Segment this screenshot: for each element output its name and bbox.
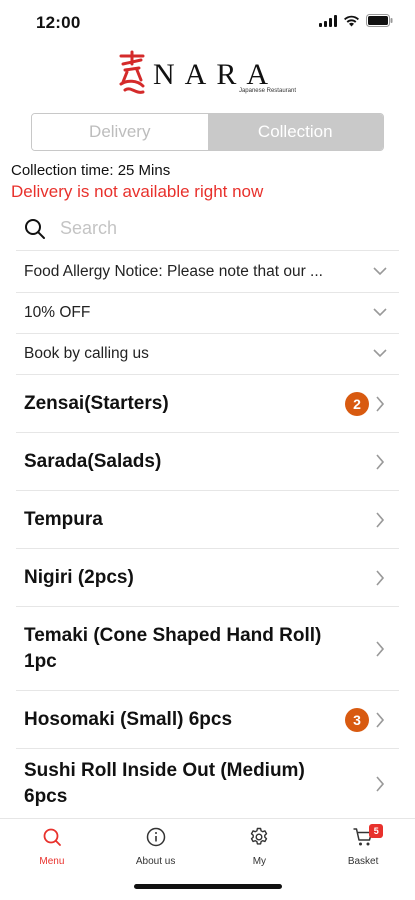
tab-label: About us bbox=[135, 856, 176, 867]
notice-label: Food Allergy Notice: Please note that ou… bbox=[24, 263, 323, 280]
chevron-down-icon bbox=[373, 308, 387, 317]
chevron-right-icon bbox=[376, 453, 385, 470]
item-count-badge: 2 bbox=[345, 391, 369, 416]
brand-name: NARA bbox=[153, 58, 279, 91]
item-count-badge: 3 bbox=[345, 707, 369, 732]
category-label: Hosomaki (Small) 6pcs bbox=[24, 708, 233, 730]
chevron-down-icon bbox=[373, 349, 387, 358]
notice-label: 10% OFF bbox=[24, 304, 91, 321]
battery-icon bbox=[366, 14, 393, 27]
category-sarada[interactable]: Sarada(Salads) bbox=[16, 433, 399, 491]
search-input[interactable] bbox=[60, 218, 360, 239]
chevron-right-icon bbox=[376, 775, 385, 792]
search-icon bbox=[43, 828, 61, 846]
info-icon bbox=[146, 827, 165, 847]
order-mode-toggle: Delivery Collection bbox=[31, 113, 384, 151]
notice-label: Book by calling us bbox=[24, 345, 149, 362]
collection-option[interactable]: Collection bbox=[207, 114, 383, 150]
delivery-option[interactable]: Delivery bbox=[32, 114, 208, 150]
header: NARA Japanese Restaurant bbox=[0, 50, 415, 100]
chevron-right-icon bbox=[376, 640, 385, 657]
status-bar: 12:00 bbox=[0, 0, 415, 44]
chevron-right-icon bbox=[376, 511, 385, 528]
category-label: Zensai(Starters) bbox=[24, 392, 169, 414]
brand-logo: NARA Japanese Restaurant bbox=[115, 50, 300, 98]
delivery-unavailable-warning: Delivery is not available right now bbox=[11, 182, 264, 201]
category-label: Tempura bbox=[24, 508, 103, 530]
tab-basket[interactable]: 5 Basket bbox=[311, 819, 415, 874]
category-label: Sarada(Salads) bbox=[24, 450, 162, 472]
category-label: Nigiri (2pcs) bbox=[24, 566, 134, 588]
tab-label: Basket bbox=[347, 856, 379, 867]
basket-count-badge: 5 bbox=[369, 824, 384, 838]
category-label: Temaki (Cone Shaped Hand Roll) 1pc bbox=[24, 624, 322, 672]
booking-notice[interactable]: Book by calling us bbox=[16, 334, 399, 375]
chevron-right-icon bbox=[376, 569, 385, 586]
chevron-down-icon bbox=[373, 267, 387, 276]
status-time: 12:00 bbox=[36, 13, 81, 32]
search-icon bbox=[25, 218, 45, 239]
category-sushi-roll[interactable]: Sushi Roll Inside Out (Medium) 6pcs bbox=[16, 749, 399, 818]
wifi-icon bbox=[343, 15, 360, 27]
category-zensai[interactable]: Zensai(Starters) 2 bbox=[16, 375, 399, 433]
allergy-notice[interactable]: Food Allergy Notice: Please note that ou… bbox=[16, 252, 399, 293]
tab-about-us[interactable]: About us bbox=[104, 819, 208, 874]
discount-notice[interactable]: 10% OFF bbox=[16, 293, 399, 334]
category-label: Sushi Roll Inside Out (Medium) 6pcs bbox=[24, 759, 305, 807]
cellular-signal-icon bbox=[319, 14, 337, 27]
tab-my[interactable]: My bbox=[208, 819, 312, 874]
category-temaki[interactable]: Temaki (Cone Shaped Hand Roll) 1pc bbox=[16, 607, 399, 691]
kanji-logo-icon bbox=[119, 50, 145, 94]
gear-icon bbox=[251, 827, 268, 845]
brand-subtitle: Japanese Restaurant bbox=[238, 88, 296, 94]
tab-menu[interactable]: Menu bbox=[0, 819, 104, 874]
chevron-right-icon bbox=[376, 395, 385, 412]
tab-label: My bbox=[252, 856, 267, 867]
category-hosomaki[interactable]: Hosomaki (Small) 6pcs 3 bbox=[16, 691, 399, 749]
category-tempura[interactable]: Tempura bbox=[16, 491, 399, 549]
chevron-right-icon bbox=[376, 711, 385, 728]
tab-label: Menu bbox=[39, 856, 65, 867]
collection-time: Collection time: 25 Mins bbox=[11, 162, 171, 179]
bottom-tab-bar: Menu About us My 5 Basket bbox=[0, 818, 415, 874]
category-nigiri[interactable]: Nigiri (2pcs) bbox=[16, 549, 399, 607]
status-icons bbox=[319, 14, 393, 27]
search-bar bbox=[16, 207, 399, 251]
home-indicator[interactable] bbox=[134, 884, 282, 889]
